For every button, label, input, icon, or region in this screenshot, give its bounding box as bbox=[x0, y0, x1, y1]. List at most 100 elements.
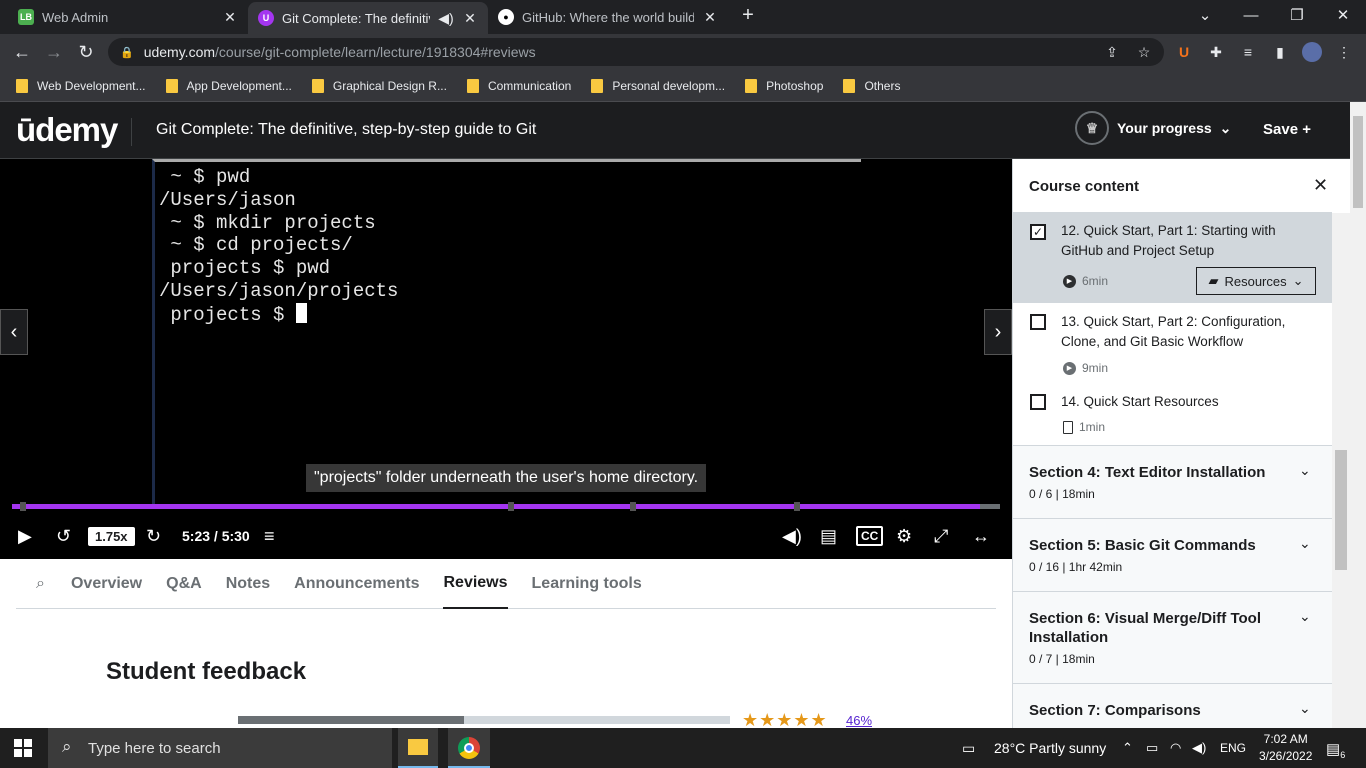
rating-percent[interactable]: 46% bbox=[846, 713, 872, 728]
duration-text: 6min bbox=[1082, 274, 1109, 288]
share-icon[interactable]: ⇪ bbox=[1102, 42, 1122, 62]
section-item[interactable]: Section 4: Text Editor Installation 0 / … bbox=[1013, 445, 1332, 519]
tab-overview[interactable]: Overview bbox=[71, 559, 142, 609]
chrome-icon[interactable] bbox=[448, 728, 490, 768]
weather-icon[interactable]: ▭ bbox=[962, 740, 975, 757]
close-window-button[interactable]: ✕ bbox=[1320, 0, 1366, 30]
file-explorer-icon[interactable] bbox=[398, 728, 438, 768]
bookmark-marker[interactable] bbox=[20, 502, 26, 511]
rewind-icon[interactable]: ↺ bbox=[56, 523, 71, 549]
show-hidden-icons[interactable]: ⌃ bbox=[1122, 740, 1133, 756]
add-note-icon[interactable]: ≡ bbox=[264, 523, 275, 549]
lecture-checkbox[interactable] bbox=[1030, 314, 1046, 330]
video-player[interactable]: ~ $ pwd/Users/jason ~ $ mkdir projects ~… bbox=[0, 159, 1012, 559]
bookmark-star-icon[interactable]: ☆ bbox=[1134, 42, 1154, 62]
notifications-icon[interactable]: ▤6 bbox=[1326, 740, 1345, 760]
fullscreen-icon[interactable]: ⤢ bbox=[934, 523, 948, 549]
menu-icon[interactable]: ⋮ bbox=[1334, 42, 1354, 62]
tab-announcements[interactable]: Announcements bbox=[294, 559, 419, 609]
section-item[interactable]: Section 7: Comparisons ⌄ bbox=[1013, 683, 1332, 728]
udemy-logo[interactable]: ūdemy bbox=[16, 111, 118, 149]
bookmark-folder[interactable]: App Development... bbox=[165, 78, 292, 93]
restore-button[interactable]: ❐ bbox=[1274, 0, 1320, 30]
terminal-line: /Users/jason/projects bbox=[159, 279, 399, 302]
rating-bar-fill bbox=[238, 716, 465, 724]
playback-speed-button[interactable]: 1.75x bbox=[88, 527, 135, 546]
bookmark-folder[interactable]: Others bbox=[843, 78, 900, 93]
address-bar[interactable]: 🔒 udemy.com /course/git-complete/learn/l… bbox=[108, 38, 1164, 66]
previous-lecture-button[interactable]: ‹ bbox=[0, 309, 28, 355]
close-tab-icon[interactable]: ✕ bbox=[702, 9, 718, 26]
wifi-icon[interactable]: ◠ bbox=[1170, 740, 1181, 756]
new-tab-button[interactable]: + bbox=[730, 0, 766, 30]
tab-search-icon[interactable]: ⌄ bbox=[1182, 0, 1228, 30]
weather-text[interactable]: 28°C Partly sunny bbox=[994, 740, 1106, 756]
resources-button[interactable]: ▰ Resources ⌄ bbox=[1196, 267, 1316, 295]
sidebar-scrollbar[interactable] bbox=[1332, 213, 1350, 728]
play-circle-icon: ▶ bbox=[1063, 274, 1076, 288]
course-title[interactable]: Git Complete: The definitive, step-by-st… bbox=[156, 121, 536, 139]
captions-icon[interactable]: CC bbox=[856, 526, 884, 546]
bookmarks-bar: Web Development... App Development... Gr… bbox=[0, 70, 1366, 102]
bookmark-folder[interactable]: Graphical Design R... bbox=[311, 78, 447, 93]
close-icon[interactable]: ✕ bbox=[1313, 175, 1328, 196]
close-tab-icon[interactable]: ✕ bbox=[222, 9, 238, 26]
tab-learning-tools[interactable]: Learning tools bbox=[532, 559, 642, 609]
seek-bar[interactable] bbox=[12, 502, 1000, 511]
volume-icon[interactable]: ◀) bbox=[1192, 740, 1206, 756]
search-icon[interactable]: ⌕ bbox=[36, 559, 45, 609]
bookmark-folder[interactable]: Personal developm... bbox=[591, 78, 725, 93]
tab-github[interactable]: ● GitHub: Where the world builds s ✕ bbox=[488, 0, 728, 34]
header-divider bbox=[131, 118, 132, 146]
media-control-icon[interactable]: ≡ bbox=[1238, 42, 1258, 62]
bookmark-folder[interactable]: Photoshop bbox=[745, 78, 823, 93]
lecture-item[interactable]: 13. Quick Start, Part 2: Configuration, … bbox=[1013, 303, 1332, 383]
tab-web-admin[interactable]: LB Web Admin ✕ bbox=[8, 0, 248, 34]
battery-icon[interactable]: ▭ bbox=[1146, 740, 1158, 756]
section-item[interactable]: Section 6: Visual Merge/Diff Tool Instal… bbox=[1013, 591, 1332, 684]
tab-reviews[interactable]: Reviews bbox=[443, 559, 508, 609]
forward-icon[interactable]: → bbox=[38, 34, 70, 70]
tab-notes[interactable]: Notes bbox=[226, 559, 270, 609]
taskbar-search-input[interactable]: ⌕ Type here to search bbox=[48, 728, 392, 768]
bookmark-marker[interactable] bbox=[508, 502, 514, 511]
expand-width-icon[interactable]: ↔ bbox=[972, 523, 990, 549]
bookmark-folder[interactable]: Communication bbox=[466, 78, 571, 93]
extensions-icon[interactable]: ✚ bbox=[1206, 42, 1226, 62]
bookmark-folder[interactable]: Web Development... bbox=[16, 78, 146, 93]
minimize-button[interactable]: — bbox=[1228, 0, 1274, 30]
forward-icon[interactable]: ↻ bbox=[146, 523, 161, 549]
next-lecture-button[interactable]: › bbox=[984, 309, 1012, 355]
windows-start-icon[interactable] bbox=[14, 739, 32, 757]
language-indicator[interactable]: ENG bbox=[1220, 741, 1246, 755]
rating-bar[interactable] bbox=[238, 716, 730, 724]
clock[interactable]: 7:02 AM 3/26/2022 bbox=[1259, 731, 1312, 765]
close-tab-icon[interactable]: ✕ bbox=[462, 10, 478, 27]
reload-icon[interactable]: ↻ bbox=[70, 34, 102, 70]
lecture-checkbox[interactable] bbox=[1030, 394, 1046, 410]
back-icon[interactable]: ← bbox=[6, 34, 38, 70]
speaker-icon[interactable]: ◀) bbox=[438, 10, 454, 27]
lecture-item[interactable]: 14. Quick Start Resources 1min bbox=[1013, 383, 1332, 445]
page-scrollbar[interactable] bbox=[1350, 102, 1366, 728]
bookmark-marker[interactable] bbox=[630, 502, 636, 511]
chevron-down-icon: ⌄ bbox=[1299, 700, 1311, 716]
scrollbar-thumb[interactable] bbox=[1335, 450, 1347, 570]
lecture-item[interactable]: ✓ 12. Quick Start, Part 1: Starting with… bbox=[1013, 213, 1332, 303]
scrollbar-thumb[interactable] bbox=[1353, 116, 1363, 208]
lecture-checkbox[interactable]: ✓ bbox=[1030, 224, 1046, 240]
play-icon[interactable]: ▶ bbox=[18, 523, 32, 549]
volume-icon[interactable]: ◀) bbox=[782, 523, 802, 549]
side-panel-icon[interactable]: ▮ bbox=[1270, 42, 1290, 62]
tab-qa[interactable]: Q&A bbox=[166, 559, 202, 609]
settings-gear-icon[interactable]: ⚙ bbox=[896, 523, 912, 549]
bookmark-marker[interactable] bbox=[794, 502, 800, 511]
progress-dropdown[interactable]: ♕ Your progress ⌄ bbox=[1075, 111, 1231, 145]
save-button[interactable]: Save + bbox=[1263, 121, 1311, 138]
transcript-icon[interactable]: ▤ bbox=[820, 523, 837, 549]
section-item[interactable]: Section 5: Basic Git Commands 0 / 16 | 1… bbox=[1013, 518, 1332, 592]
save-label: Save bbox=[1263, 121, 1299, 138]
tab-udemy[interactable]: U Git Complete: The definitive, ◀) ✕ bbox=[248, 2, 488, 34]
profile-avatar[interactable] bbox=[1302, 42, 1322, 62]
extension-u-icon[interactable]: U bbox=[1174, 42, 1194, 62]
